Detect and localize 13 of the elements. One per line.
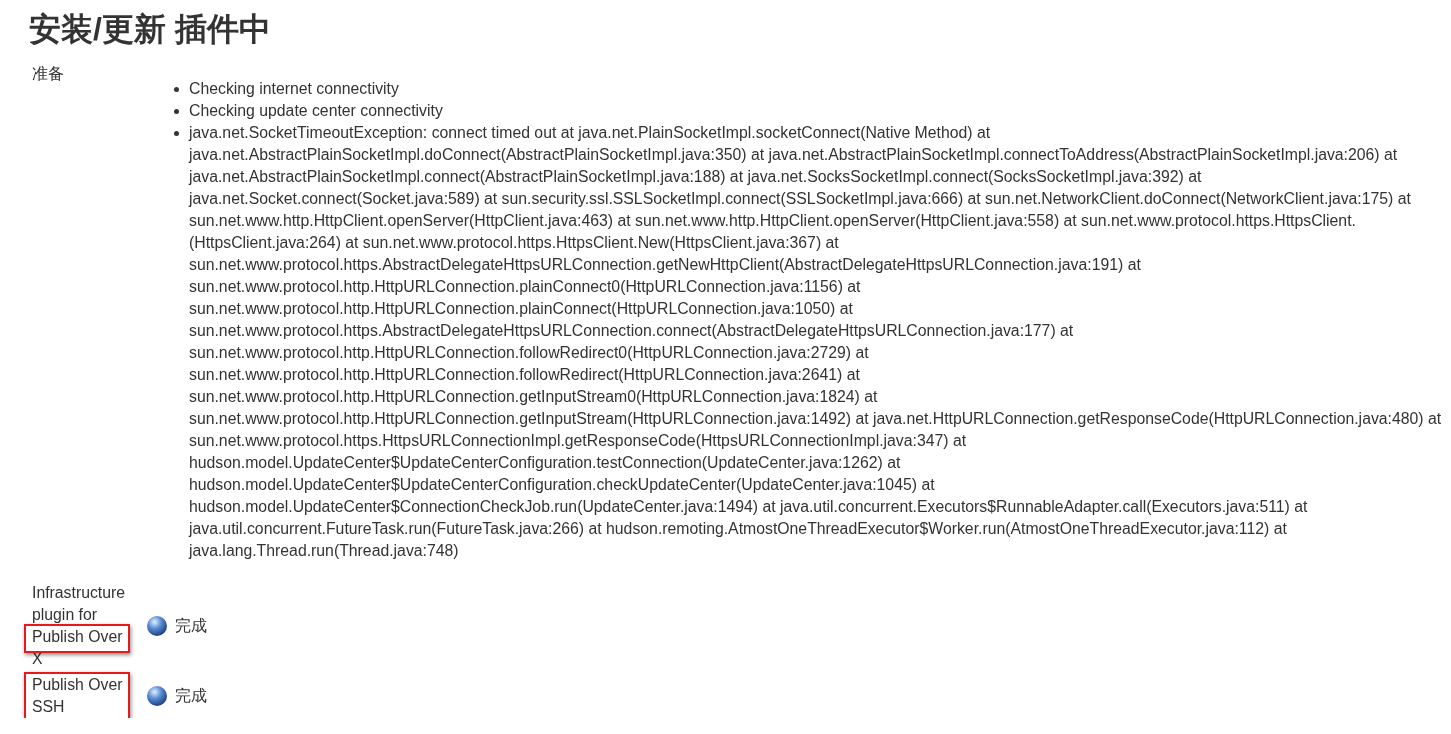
page-title: 安装/更新 插件中: [29, 12, 272, 46]
status-text: 完成: [175, 616, 207, 636]
status-ball-icon: [147, 616, 167, 636]
plugin-name: Publish Over SSH: [32, 675, 124, 717]
status-ball-icon: [147, 686, 167, 706]
bullet-icon: [174, 131, 179, 136]
step-label: 准备: [32, 64, 65, 84]
log-message: Checking update center connectivity: [189, 101, 444, 121]
log-message: Checking internet connectivity: [189, 79, 400, 99]
bullet-icon: [174, 87, 179, 92]
bullet-icon: [174, 109, 179, 114]
status-text: 完成: [175, 686, 207, 706]
log-message: java.net.SocketTimeoutException: connect timed out at java.net.PlainSocketImpl.socketConnect(Native Method) at java.net.AbstractPlainSocketImpl.doConnect(AbstractPlainSocketImpl.java:350) at java.net.AbstractPlainSocketImpl.connectToAddress(AbstractPlainSocketImpl.java:206) at java.net.AbstractPlainSocketImpl.connect(AbstractPlainSocketImpl.java:188) at java.net.SocksSocketImpl.connect(SocksSocketImpl.java:392) at java.net.Socket.connect(Socket.java:589) at sun.security.ssl.SSLSocketImpl.connect(SSLSocketImpl.java:666) at sun.net.NetworkClient.doConnect(NetworkClient.java:175) at sun.net.www.http.HttpClient.openServer(HttpClient.java:463) at sun.net.www.http.HttpClient.openServer(HttpClient.java:558) at sun.net.www.protocol.https.HttpsClient.(HttpsClient.java:264) at sun.net.www.protocol.https.HttpsClient.New(HttpsClient.java:367) at sun.net.www.protocol.https.AbstractDelegateHttpsURLConnection.getNewHttpClient(AbstractDelegateHttpsURLConnection.java:191) at sun.net.www.protocol.http.HttpURLConnection.plainConnect0(HttpURLConnection.java:1156) at sun.net.www.protocol.http.HttpURLConnection.plainConnect(HttpURLConnection.java:1050) at sun.net.www.protocol.https.AbstractDelegateHttpsURLConnection.connect(AbstractDelegateHttpsURLConnection.java:177) at sun.net.www.protocol.http.HttpURLConnection.followRedirect0(HttpURLConnection.java:2729) at sun.net.www.protocol.http.HttpURLConnection.followRedirect(HttpURLConnection.java:2641) at sun.net.www.protocol.http.HttpURLConnection.getInputStream0(HttpURLConnection.java:1824) at sun.net.www.protocol.http.HttpURLConnection.getInputStream(HttpURLConnection.java:1492) at java.net.HttpURLConnection.getResponseCode(HttpURLConnection.java:480) at sun.net.www.protocol.https.HttpsURLConnectionImpl.getResponseCode(HttpsURLConnectionImpl.java:347) at hudson.model.UpdateCenter$UpdateCenterConfiguration.testConnection(UpdateCenter.java:1262) at hudson.model.UpdateCenter$UpdateCenterConfiguration.checkUpdateCenter(UpdateCenter.java:1045) at hudson.model.UpdateCenter$ConnectionCheckJob.run(UpdateCenter.java:1494) at java.util.concurrent.Executors$RunnableAdapter.call(Executors.java:511) at java.util.concurrent.FutureTask.run(FutureTask.java:266) at hudson.remoting.AtmostOneThreadExecutor$Worker.run(AtmostOneThreadExecutor.java:112) at java.lang.Thread.run(Thread.java:748): [189, 123, 1443, 561]
